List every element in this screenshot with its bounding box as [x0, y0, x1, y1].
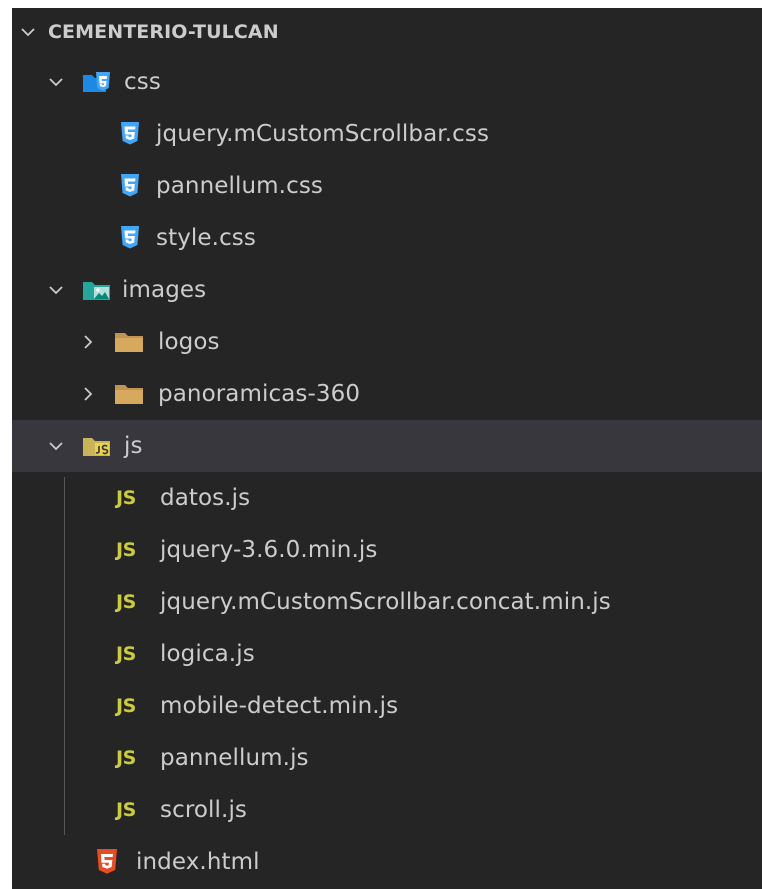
tree-item-label: pannellum.js: [160, 745, 309, 771]
css-folder-icon: [82, 70, 112, 94]
chevron-down-icon[interactable]: [42, 432, 70, 460]
chevron-down-icon[interactable]: [14, 18, 42, 46]
tree-item-label: mobile-detect.min.js: [160, 693, 399, 719]
tree-item-label: pannellum.css: [156, 173, 323, 199]
tree-item-label: style.css: [156, 225, 256, 251]
tree-item-js-file[interactable]: JS jquery-3.6.0.min.js: [12, 524, 762, 576]
chevron-right-icon[interactable]: [74, 328, 102, 356]
tree-item-js-file[interactable]: JS scroll.js: [12, 784, 762, 836]
js-file-icon: JS: [116, 643, 136, 665]
tree-item-label: jquery-3.6.0.min.js: [160, 537, 378, 563]
js-file-icon: JS: [116, 799, 136, 821]
tree-item-js-file[interactable]: JS logica.js: [12, 628, 762, 680]
tree-item-label: images: [122, 277, 207, 303]
folder-icon: [114, 383, 144, 405]
chevron-right-icon[interactable]: [74, 380, 102, 408]
tree-item-label: css: [124, 69, 161, 95]
css-file-icon: [120, 122, 140, 146]
js-folder-icon: [82, 434, 112, 458]
tree-item-label: scroll.js: [160, 797, 248, 823]
tree-item-js-file[interactable]: JS pannellum.js: [12, 732, 762, 784]
tree-item-label: index.html: [136, 849, 260, 875]
css-file-icon: [120, 226, 140, 250]
tree-item-panoramicas-folder[interactable]: panoramicas-360: [12, 368, 762, 420]
tree-item-js-folder[interactable]: js: [12, 420, 762, 472]
file-explorer: CEMENTERIO-TULCAN css jquery.mCustomScro…: [12, 8, 762, 889]
tree-item-css-folder[interactable]: css: [12, 56, 762, 108]
tree-item-label: logica.js: [160, 641, 255, 667]
tree-item-logos-folder[interactable]: logos: [12, 316, 762, 368]
tree-item-js-file[interactable]: JS mobile-detect.min.js: [12, 680, 762, 732]
css-file-icon: [120, 174, 140, 198]
tree-item-label: panoramicas-360: [158, 381, 361, 407]
folder-icon: [114, 331, 144, 353]
chevron-down-icon[interactable]: [42, 68, 70, 96]
tree-item-label: jquery.mCustomScrollbar.css: [156, 121, 490, 147]
tree-item-label: js: [124, 433, 143, 459]
tree-item-css-file[interactable]: style.css: [12, 212, 762, 264]
root-folder-label: CEMENTERIO-TULCAN: [48, 21, 279, 43]
tree-item-images-folder[interactable]: images: [12, 264, 762, 316]
js-file-icon: JS: [116, 591, 136, 613]
indent-guide: [64, 477, 65, 835]
tree-item-js-file[interactable]: JS jquery.mCustomScrollbar.concat.min.js: [12, 576, 762, 628]
js-file-icon: JS: [116, 539, 136, 561]
tree-item-js-file[interactable]: JS datos.js: [12, 472, 762, 524]
js-file-icon: JS: [116, 487, 136, 509]
tree-item-label: datos.js: [160, 485, 251, 511]
js-file-icon: JS: [116, 747, 136, 769]
tree-item-label: logos: [158, 329, 220, 355]
images-folder-icon: [82, 278, 112, 302]
html-file-icon: [96, 849, 118, 875]
tree-item-css-file[interactable]: jquery.mCustomScrollbar.css: [12, 108, 762, 160]
chevron-down-icon[interactable]: [42, 276, 70, 304]
tree-item-css-file[interactable]: pannellum.css: [12, 160, 762, 212]
tree-item-label: jquery.mCustomScrollbar.concat.min.js: [160, 589, 611, 615]
js-file-icon: JS: [116, 695, 136, 717]
tree-item-html-file[interactable]: index.html: [12, 836, 762, 888]
explorer-root-folder[interactable]: CEMENTERIO-TULCAN: [12, 8, 762, 56]
